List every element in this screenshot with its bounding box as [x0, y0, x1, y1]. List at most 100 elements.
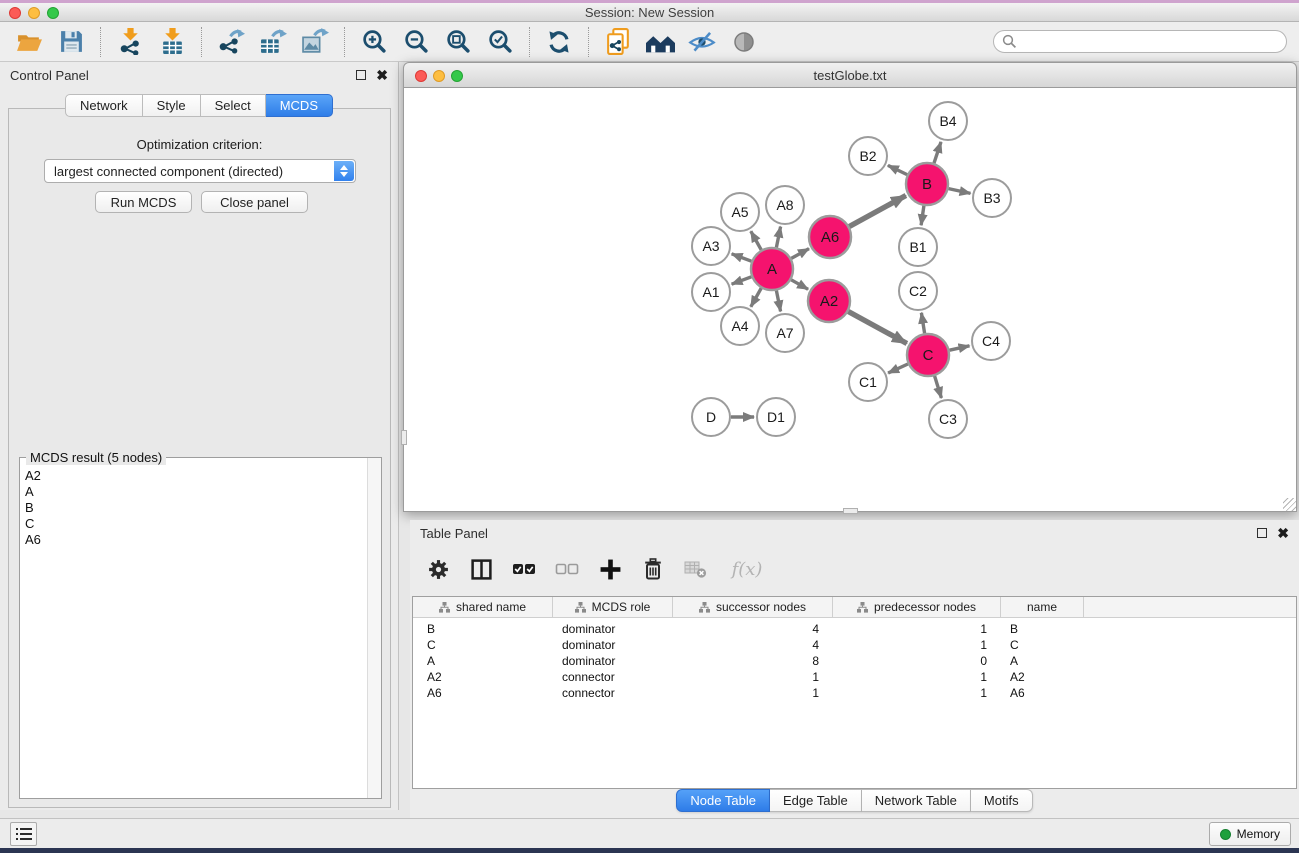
- table-row[interactable]: Adominator80A: [413, 653, 1296, 669]
- export-network-button[interactable]: [214, 25, 248, 59]
- refresh-button[interactable]: [542, 25, 576, 59]
- edge-A-A1[interactable]: [732, 277, 752, 284]
- tab-edge-table[interactable]: Edge Table: [770, 789, 862, 812]
- tab-motifs[interactable]: Motifs: [971, 789, 1033, 812]
- node-B1[interactable]: [899, 228, 937, 266]
- run-mcds-button[interactable]: Run MCDS: [95, 191, 192, 213]
- tab-network-table[interactable]: Network Table: [862, 789, 971, 812]
- edge-B-B4[interactable]: [934, 142, 941, 163]
- edge-C-C2[interactable]: [921, 313, 924, 334]
- node-A8[interactable]: [766, 186, 804, 224]
- network-canvas[interactable]: AA1A2A3A4A5A6A7A8BB1B2B3B4CC1C2C3C4DD1: [403, 88, 1297, 512]
- node-C[interactable]: [907, 334, 949, 376]
- table-row[interactable]: A6connector11A6: [413, 685, 1296, 701]
- function-builder-button[interactable]: f(x): [727, 557, 767, 581]
- column-header-mcds-role[interactable]: MCDS role: [553, 597, 673, 617]
- task-history-button[interactable]: [10, 822, 37, 846]
- zoom-selected-button[interactable]: [483, 25, 517, 59]
- delete-table-button[interactable]: [684, 557, 708, 581]
- edge-B-B2[interactable]: [888, 165, 907, 174]
- edge-C-C4[interactable]: [950, 346, 970, 350]
- node-A4[interactable]: [721, 307, 759, 345]
- column-header-name[interactable]: name: [1001, 597, 1084, 617]
- minimize-window-button[interactable]: [28, 7, 40, 19]
- node-B3[interactable]: [973, 179, 1011, 217]
- edge-B-B1[interactable]: [921, 206, 924, 225]
- result-item[interactable]: A: [21, 484, 366, 500]
- column-header-predecessor-nodes[interactable]: predecessor nodes: [833, 597, 1001, 617]
- home-button[interactable]: [643, 25, 677, 59]
- result-item[interactable]: A2: [21, 468, 366, 484]
- show-graphics-button[interactable]: [727, 25, 761, 59]
- float-table-panel-icon[interactable]: [1257, 528, 1267, 538]
- hide-graphics-button[interactable]: [685, 25, 719, 59]
- zoom-out-button[interactable]: [399, 25, 433, 59]
- save-session-button[interactable]: [54, 25, 88, 59]
- node-A7[interactable]: [766, 314, 804, 352]
- close-panel-icon[interactable]: ✖: [376, 69, 388, 81]
- node-A3[interactable]: [692, 227, 730, 265]
- column-header-shared-name[interactable]: shared name: [413, 597, 553, 617]
- node-A6[interactable]: [809, 216, 851, 258]
- result-item[interactable]: C: [21, 516, 366, 532]
- result-scrollbar[interactable]: [367, 458, 381, 798]
- node-A[interactable]: [751, 248, 793, 290]
- memory-button[interactable]: Memory: [1209, 822, 1291, 846]
- close-table-panel-icon[interactable]: ✖: [1277, 527, 1289, 539]
- search-input[interactable]: [993, 30, 1287, 53]
- column-header-successor-nodes[interactable]: successor nodes: [673, 597, 833, 617]
- result-item[interactable]: B: [21, 500, 366, 516]
- close-panel-button[interactable]: Close panel: [201, 191, 308, 213]
- close-window-button[interactable]: [9, 7, 21, 19]
- delete-row-button[interactable]: [641, 557, 665, 581]
- node-B[interactable]: [906, 163, 948, 205]
- splitter-grip-left[interactable]: [401, 430, 407, 445]
- node-A5[interactable]: [721, 193, 759, 231]
- select-all-rows-button[interactable]: [512, 557, 536, 581]
- tab-node-table[interactable]: Node Table: [676, 789, 770, 812]
- node-D1[interactable]: [757, 398, 795, 436]
- export-table-button[interactable]: [256, 25, 290, 59]
- zoom-window-button[interactable]: [47, 7, 59, 19]
- node-A2[interactable]: [808, 280, 850, 322]
- edge-A-A3[interactable]: [732, 254, 752, 261]
- show-columns-button[interactable]: [469, 557, 493, 581]
- zoom-in-button[interactable]: [357, 25, 391, 59]
- deselect-all-rows-button[interactable]: [555, 557, 579, 581]
- float-panel-icon[interactable]: [356, 70, 366, 80]
- edge-A-A8[interactable]: [776, 227, 780, 248]
- table-settings-button[interactable]: [426, 557, 450, 581]
- edge-A-A5[interactable]: [751, 231, 761, 250]
- edge-A-A7[interactable]: [776, 291, 780, 312]
- import-network-button[interactable]: [113, 25, 147, 59]
- resize-grip-icon[interactable]: [1283, 498, 1296, 511]
- table-row[interactable]: Cdominator41C: [413, 637, 1296, 653]
- criterion-dropdown[interactable]: largest connected component (directed): [44, 159, 356, 183]
- edge-A2-C[interactable]: [848, 312, 907, 344]
- edge-A-A4[interactable]: [751, 288, 761, 307]
- network-minimize-button[interactable]: [433, 70, 445, 82]
- node-B4[interactable]: [929, 102, 967, 140]
- network-graph[interactable]: AA1A2A3A4A5A6A7A8BB1B2B3B4CC1C2C3C4DD1: [404, 88, 1296, 510]
- node-C3[interactable]: [929, 400, 967, 438]
- result-item[interactable]: A6: [21, 532, 366, 548]
- node-C1[interactable]: [849, 363, 887, 401]
- node-D[interactable]: [692, 398, 730, 436]
- node-C4[interactable]: [972, 322, 1010, 360]
- edge-C-C3[interactable]: [935, 376, 942, 398]
- table-row[interactable]: A2connector11A2: [413, 669, 1296, 685]
- network-close-button[interactable]: [415, 70, 427, 82]
- import-table-button[interactable]: [155, 25, 189, 59]
- zoom-fit-button[interactable]: [441, 25, 475, 59]
- edge-A-A2[interactable]: [791, 280, 808, 290]
- export-image-button[interactable]: [298, 25, 332, 59]
- node-C2[interactable]: [899, 272, 937, 310]
- edge-A-A6[interactable]: [791, 249, 809, 259]
- node-B2[interactable]: [849, 137, 887, 175]
- tab-select[interactable]: Select: [201, 94, 266, 117]
- edge-A6-B[interactable]: [849, 196, 906, 227]
- network-zoom-button[interactable]: [451, 70, 463, 82]
- add-row-button[interactable]: [598, 557, 622, 581]
- tab-mcds[interactable]: MCDS: [266, 94, 333, 117]
- splitter-grip-bottom[interactable]: [843, 508, 858, 514]
